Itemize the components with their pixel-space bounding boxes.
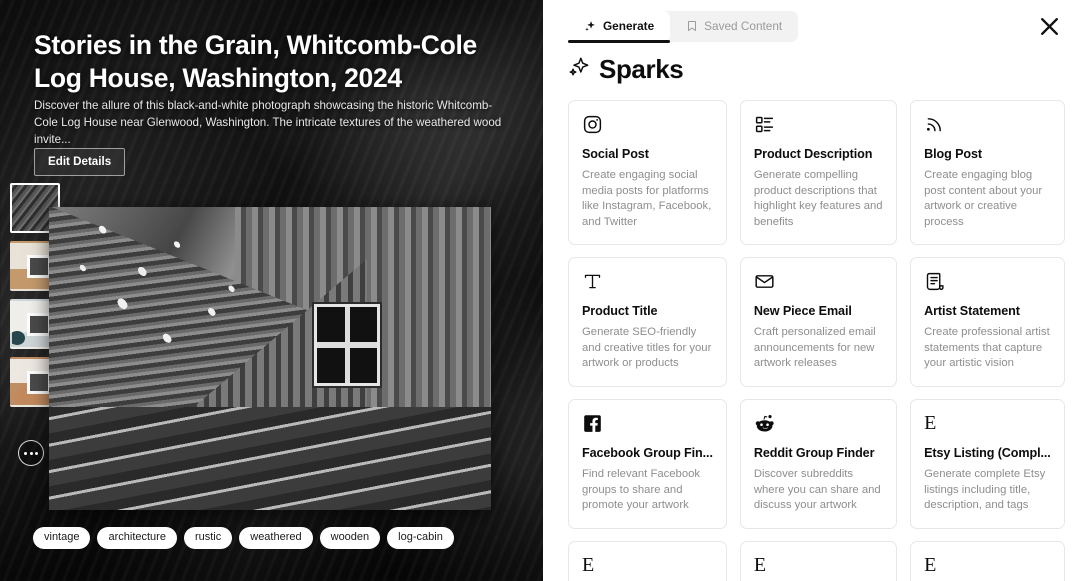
tab-saved-content[interactable]: Saved Content	[670, 11, 798, 42]
page-title: Stories in the Grain, Whitcomb-Cole Log …	[34, 30, 477, 93]
text-t-icon	[582, 271, 713, 293]
scroll-document-icon	[924, 271, 1051, 293]
close-icon[interactable]	[1033, 10, 1065, 42]
etsy-icon: E	[582, 553, 595, 576]
card-product-title[interactable]: Product Title Generate SEO-friendly and …	[568, 257, 727, 388]
etsy-icon: E	[924, 412, 937, 435]
rss-icon	[924, 114, 1051, 136]
sparks-heading: Sparks	[568, 54, 684, 85]
card-description: Craft personalized email announcements f…	[753, 326, 876, 370]
card-title: Facebook Group Fin...	[582, 446, 713, 461]
card-description: Create professional artist statements th…	[924, 326, 1050, 370]
card-title: Product Title	[582, 304, 658, 319]
tag-item[interactable]: weathered	[239, 527, 313, 550]
tag-item[interactable]: wooden	[319, 527, 381, 550]
card-title: New Piece Email	[753, 304, 852, 319]
tag-item[interactable]: rustic	[183, 527, 233, 550]
sparks-title: Sparks	[599, 54, 684, 84]
artwork-sparks-modal: Stories in the Grain, Whitcomb-Cole Log …	[0, 0, 1080, 581]
card-description: Find relevant Facebook groups to share a…	[582, 468, 701, 512]
artwork-description: Discover the allure of this black-and-wh…	[34, 99, 502, 147]
card-title: Blog Post	[924, 147, 982, 161]
card-description: Generate SEO-friendly and creative title…	[582, 326, 712, 370]
card-description: Generate compelling product descriptions…	[753, 169, 883, 228]
tag-item[interactable]: log-cabin	[387, 527, 454, 550]
card-description: Create engaging social media posts for p…	[582, 169, 712, 228]
card-title: Etsy Listing (Compl...	[924, 446, 1051, 461]
envelope-icon	[754, 271, 883, 293]
tag-item[interactable]: architecture	[97, 527, 177, 550]
artwork-preview-panel: Stories in the Grain, Whitcomb-Cole Log …	[0, 0, 543, 581]
tag-list: vintage architecture rustic weathered wo…	[33, 527, 454, 550]
card-description: Create engaging blog post content about …	[924, 169, 1043, 228]
card-product-description[interactable]: Product Description Generate compelling …	[739, 100, 898, 246]
instagram-icon	[582, 114, 713, 136]
card-etsy-title[interactable]: E Etsy Title	[568, 540, 727, 581]
photo-logs-texture	[49, 406, 491, 510]
card-etsy-listing-complete[interactable]: E Etsy Listing (Compl... Generate comple…	[910, 399, 1065, 529]
card-title: Artist Statement	[924, 304, 1020, 319]
card-reddit-group-finder[interactable]: Reddit Group Finder Discover subreddits …	[739, 399, 898, 529]
list-details-icon	[754, 114, 883, 136]
card-description: Discover subreddits where you can share …	[753, 468, 881, 512]
edit-details-button[interactable]: Edit Details	[34, 148, 126, 176]
artwork-main-image[interactable]	[49, 207, 491, 510]
card-title: Product Description	[753, 147, 873, 161]
etsy-icon: E	[753, 553, 767, 576]
card-blog-post[interactable]: Blog Post Create engaging blog post cont…	[910, 100, 1065, 246]
ellipsis-icon[interactable]	[18, 440, 44, 466]
tab-generate-label: Generate	[603, 19, 655, 33]
tag-item[interactable]: vintage	[33, 527, 91, 550]
card-description: Generate complete Etsy listings includin…	[924, 468, 1046, 512]
card-facebook-group-finder[interactable]: Facebook Group Fin... Find relevant Face…	[568, 399, 727, 529]
card-etsy-listing-description[interactable]: E Etsy Listing Descrip...	[739, 540, 898, 581]
tab-generate[interactable]: Generate	[568, 11, 671, 43]
panel-tabs: Generate Saved Content	[568, 11, 799, 43]
photo-window	[314, 303, 381, 386]
tab-saved-content-label: Saved Content	[704, 19, 783, 33]
sparks-card-grid: Social Post Create engaging social media…	[568, 100, 1065, 581]
facebook-icon	[582, 413, 713, 435]
card-title: Reddit Group Finder	[753, 446, 875, 461]
card-social-post[interactable]: Social Post Create engaging social media…	[568, 100, 727, 246]
sparkles-icon	[568, 56, 590, 83]
reddit-icon	[754, 413, 883, 435]
card-artist-statement[interactable]: Artist Statement Create professional art…	[910, 257, 1065, 388]
card-new-piece-email[interactable]: New Piece Email Craft personalized email…	[739, 257, 898, 388]
bookmark-icon	[686, 20, 698, 32]
card-etsy-listing-tags[interactable]: E Etsy Listing Tags	[910, 540, 1065, 581]
etsy-icon: E	[924, 553, 937, 576]
sparkles-icon	[584, 20, 597, 33]
sparks-panel: Generate Saved Content Sparks Social Pos…	[543, 0, 1080, 581]
card-title: Social Post	[582, 147, 649, 161]
